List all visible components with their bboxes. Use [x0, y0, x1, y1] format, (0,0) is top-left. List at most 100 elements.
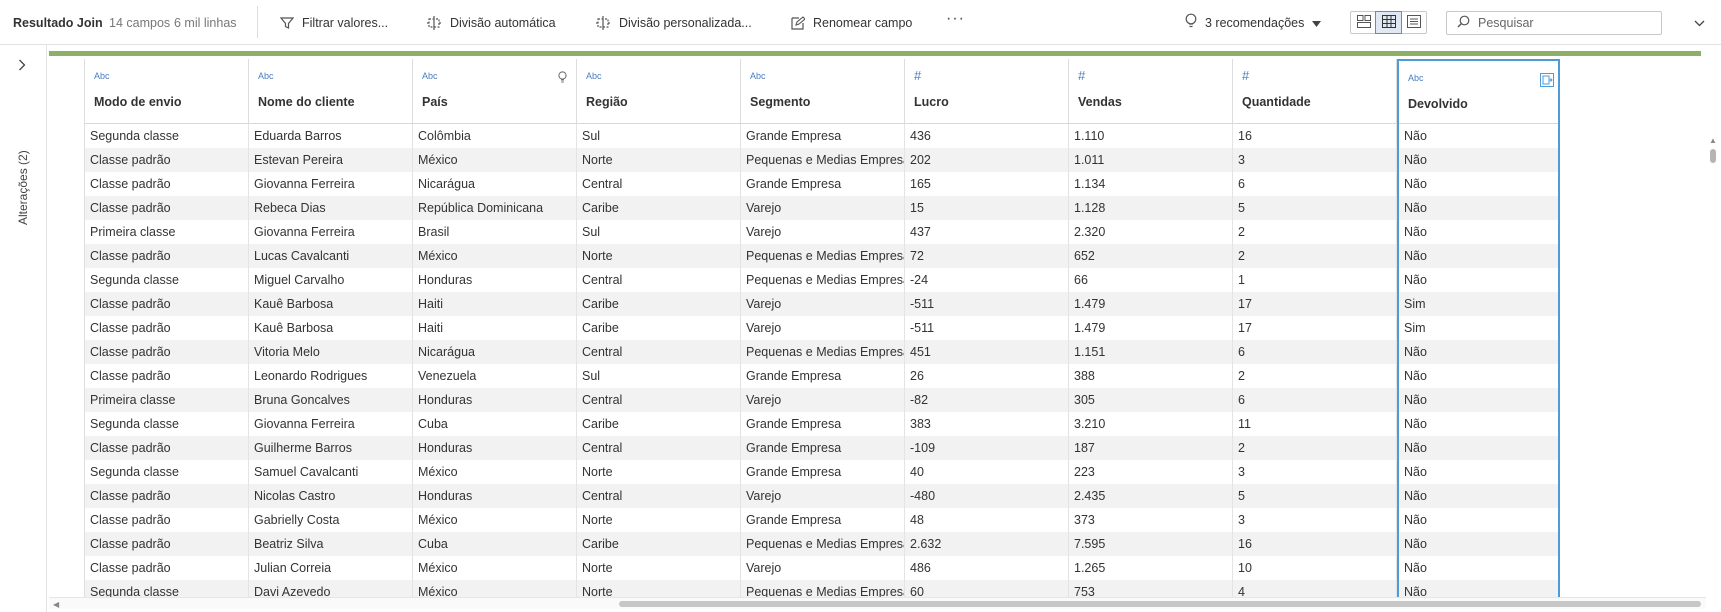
table-cell[interactable]: Não: [1397, 556, 1560, 580]
table-cell[interactable]: Não: [1397, 580, 1560, 597]
table-cell[interactable]: 11: [1233, 412, 1397, 436]
horizontal-scrollbar[interactable]: ◀: [49, 597, 1706, 609]
column-header[interactable]: # Quantidade: [1233, 59, 1397, 124]
table-cell[interactable]: Não: [1397, 148, 1560, 172]
table-cell[interactable]: -109: [905, 436, 1069, 460]
table-cell[interactable]: Giovanna Ferreira: [249, 172, 413, 196]
table-cell[interactable]: 1.479: [1069, 316, 1233, 340]
table-cell[interactable]: Gabrielly Costa: [249, 508, 413, 532]
table-cell[interactable]: Rebeca Dias: [249, 196, 413, 220]
table-cell[interactable]: Central: [577, 484, 741, 508]
table-cell[interactable]: Pequenas e Medias Empresas: [741, 268, 905, 292]
table-cell[interactable]: 3: [1233, 460, 1397, 484]
filter-values-button[interactable]: Filtrar valores...: [280, 12, 388, 34]
table-cell[interactable]: Varejo: [741, 388, 905, 412]
table-row[interactable]: Classe padrão Rebeca Dias República Domini…: [85, 196, 1560, 220]
table-cell[interactable]: Sul: [577, 124, 741, 148]
table-cell[interactable]: México: [413, 508, 577, 532]
table-cell[interactable]: Caribe: [577, 196, 741, 220]
table-cell[interactable]: Norte: [577, 508, 741, 532]
table-cell[interactable]: 1: [1233, 268, 1397, 292]
table-cell[interactable]: Classe padrão: [85, 508, 249, 532]
table-cell[interactable]: Nicarágua: [413, 340, 577, 364]
table-cell[interactable]: 223: [1069, 460, 1233, 484]
table-cell[interactable]: Pequenas e Medias Empresas: [741, 532, 905, 556]
table-cell[interactable]: Não: [1397, 340, 1560, 364]
table-cell[interactable]: México: [413, 556, 577, 580]
table-cell[interactable]: 60: [905, 580, 1069, 597]
table-cell[interactable]: Sul: [577, 364, 741, 388]
table-cell[interactable]: Sim: [1397, 316, 1560, 340]
table-cell[interactable]: 3.210: [1069, 412, 1233, 436]
table-cell[interactable]: Não: [1397, 124, 1560, 148]
table-cell[interactable]: Classe padrão: [85, 292, 249, 316]
table-cell[interactable]: 3: [1233, 148, 1397, 172]
table-cell[interactable]: 451: [905, 340, 1069, 364]
table-cell[interactable]: Haiti: [413, 316, 577, 340]
table-row[interactable]: Segunda classe Eduarda Barros Colômbia Sul G…: [85, 124, 1560, 148]
table-cell[interactable]: Classe padrão: [85, 316, 249, 340]
table-cell[interactable]: Pequenas e Medias Empresas: [741, 580, 905, 597]
table-cell[interactable]: Honduras: [413, 268, 577, 292]
list-view-button[interactable]: [1401, 12, 1426, 33]
table-cell[interactable]: -82: [905, 388, 1069, 412]
table-cell[interactable]: Brasil: [413, 220, 577, 244]
table-row[interactable]: Segunda classe Samuel Cavalcanti México Nor…: [85, 460, 1560, 484]
table-cell[interactable]: Não: [1397, 388, 1560, 412]
column-header[interactable]: Abc Segmento: [741, 59, 905, 124]
table-cell[interactable]: 16: [1233, 532, 1397, 556]
table-cell[interactable]: -24: [905, 268, 1069, 292]
column-header[interactable]: Abc Modo de envio: [85, 59, 249, 124]
table-row[interactable]: Classe padrão Vitoria Melo Nicarágua Centra…: [85, 340, 1560, 364]
table-cell[interactable]: Cuba: [413, 412, 577, 436]
table-cell[interactable]: Não: [1397, 436, 1560, 460]
table-cell[interactable]: Varejo: [741, 556, 905, 580]
table-cell[interactable]: 16: [1233, 124, 1397, 148]
table-cell[interactable]: 26: [905, 364, 1069, 388]
table-cell[interactable]: Grande Empresa: [741, 412, 905, 436]
table-cell[interactable]: Não: [1397, 364, 1560, 388]
table-cell[interactable]: Honduras: [413, 484, 577, 508]
table-cell[interactable]: Samuel Cavalcanti: [249, 460, 413, 484]
scroll-left-arrow-icon[interactable]: ◀: [53, 600, 59, 609]
table-cell[interactable]: 7.595: [1069, 532, 1233, 556]
string-type-icon[interactable]: Abc: [94, 71, 110, 81]
table-cell[interactable]: Classe padrão: [85, 484, 249, 508]
table-cell[interactable]: Classe padrão: [85, 556, 249, 580]
column-header[interactable]: Abc País: [413, 59, 577, 124]
table-cell[interactable]: 6: [1233, 340, 1397, 364]
table-cell[interactable]: Grande Empresa: [741, 364, 905, 388]
table-cell[interactable]: Central: [577, 388, 741, 412]
table-row[interactable]: Classe padrão Beatriz Silva Cuba Caribe Pequ…: [85, 532, 1560, 556]
table-cell[interactable]: Norte: [577, 580, 741, 597]
table-cell[interactable]: -511: [905, 316, 1069, 340]
table-cell[interactable]: Pequenas e Medias Empresas: [741, 340, 905, 364]
table-cell[interactable]: -511: [905, 292, 1069, 316]
table-cell[interactable]: Segunda classe: [85, 268, 249, 292]
table-cell[interactable]: Pequenas e Medias Empresas: [741, 244, 905, 268]
number-type-icon[interactable]: #: [1242, 68, 1249, 83]
table-cell[interactable]: Kauê Barbosa: [249, 316, 413, 340]
table-cell[interactable]: Varejo: [741, 484, 905, 508]
table-cell[interactable]: Primeira classe: [85, 220, 249, 244]
table-cell[interactable]: 437: [905, 220, 1069, 244]
table-cell[interactable]: Segunda classe: [85, 412, 249, 436]
table-cell[interactable]: 1.479: [1069, 292, 1233, 316]
string-type-icon[interactable]: Abc: [750, 71, 766, 81]
table-cell[interactable]: Caribe: [577, 532, 741, 556]
table-cell[interactable]: Caribe: [577, 412, 741, 436]
table-cell[interactable]: Norte: [577, 556, 741, 580]
table-cell[interactable]: 383: [905, 412, 1069, 436]
table-cell[interactable]: México: [413, 148, 577, 172]
string-type-icon[interactable]: Abc: [422, 71, 438, 81]
table-cell[interactable]: Vitoria Melo: [249, 340, 413, 364]
table-row[interactable]: Classe padrão Nicolas Castro Honduras Centr…: [85, 484, 1560, 508]
table-cell[interactable]: 5: [1233, 196, 1397, 220]
table-cell[interactable]: 2: [1233, 220, 1397, 244]
table-row[interactable]: Segunda classe Giovanna Ferreira Cuba Carib…: [85, 412, 1560, 436]
table-row[interactable]: Classe padrão Estevan Pereira México Norte P…: [85, 148, 1560, 172]
table-cell[interactable]: Não: [1397, 220, 1560, 244]
table-cell[interactable]: Segunda classe: [85, 124, 249, 148]
table-row[interactable]: Segunda classe Davi Azevedo México Norte Peq…: [85, 580, 1560, 597]
table-cell[interactable]: 652: [1069, 244, 1233, 268]
